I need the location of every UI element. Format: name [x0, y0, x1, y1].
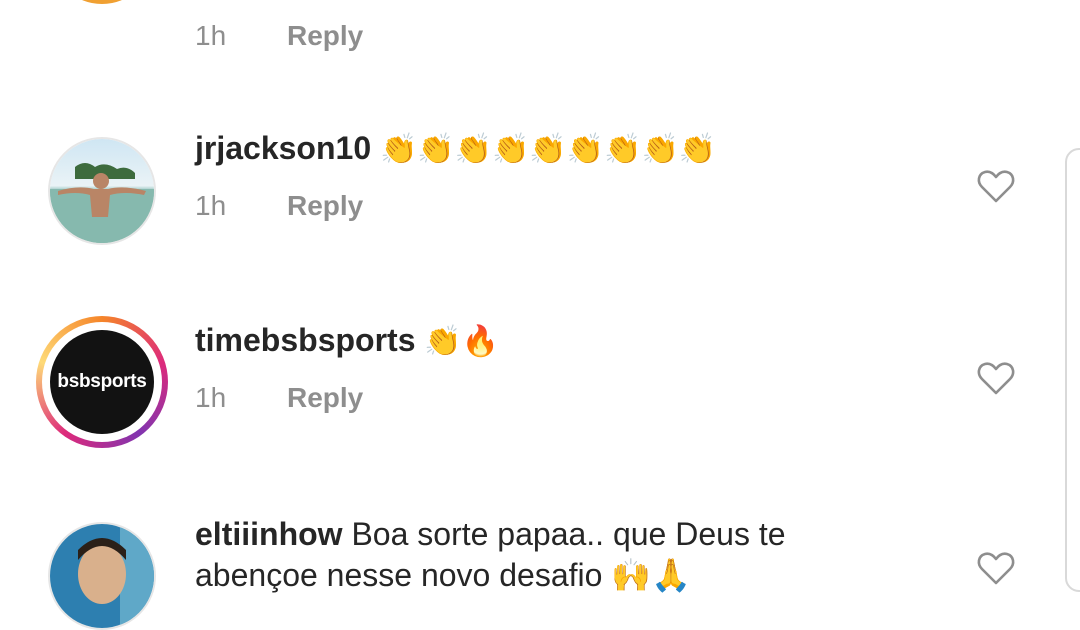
avatar-eltiiinhow[interactable] — [48, 522, 156, 630]
comment-time: 1h — [195, 190, 227, 221]
reply-button[interactable]: Reply — [287, 20, 363, 52]
comment-line: jrjackson10 👏👏👏👏👏👏👏👏👏 — [195, 130, 716, 167]
comment-text: Boa sorte papaa.. que Deus te — [351, 516, 786, 552]
comment-time: 1h — [195, 20, 227, 51]
heart-outline-icon[interactable] — [976, 168, 1016, 204]
avatar-photo — [50, 139, 154, 243]
comment-line: timebsbsports 👏🔥 — [195, 322, 499, 359]
username-timebsbsports[interactable]: timebsbsports — [195, 322, 415, 358]
avatar-jrjackson10[interactable] — [48, 137, 156, 245]
comment-emojis: 👏👏👏👏👏👏👏👏👏 — [380, 133, 717, 166]
bsbsports-logo: bsbsports — [57, 371, 147, 392]
avatar-top-partial[interactable] — [50, 0, 154, 4]
username-eltiiinhow[interactable]: eltiiinhow — [195, 516, 343, 552]
heart-outline-icon[interactable] — [976, 360, 1016, 396]
comment-time: 1h — [195, 382, 227, 413]
username-jrjackson10[interactable]: jrjackson10 — [195, 130, 371, 166]
side-panel-edge — [1065, 148, 1080, 592]
avatar-timebsbsports[interactable]: bsbsports — [50, 330, 154, 434]
comment-emojis: 👏🔥 — [424, 325, 500, 358]
reply-button[interactable]: Reply — [287, 382, 363, 414]
avatar-photo — [50, 524, 154, 628]
heart-outline-icon[interactable] — [976, 550, 1016, 586]
reply-button[interactable]: Reply — [287, 190, 363, 222]
comment-text-continued: abençoe nesse novo desafio 🙌🙏 — [195, 557, 691, 593]
comment-line: eltiiinhow Boa sorte papaa.. que Deus te — [195, 516, 786, 553]
